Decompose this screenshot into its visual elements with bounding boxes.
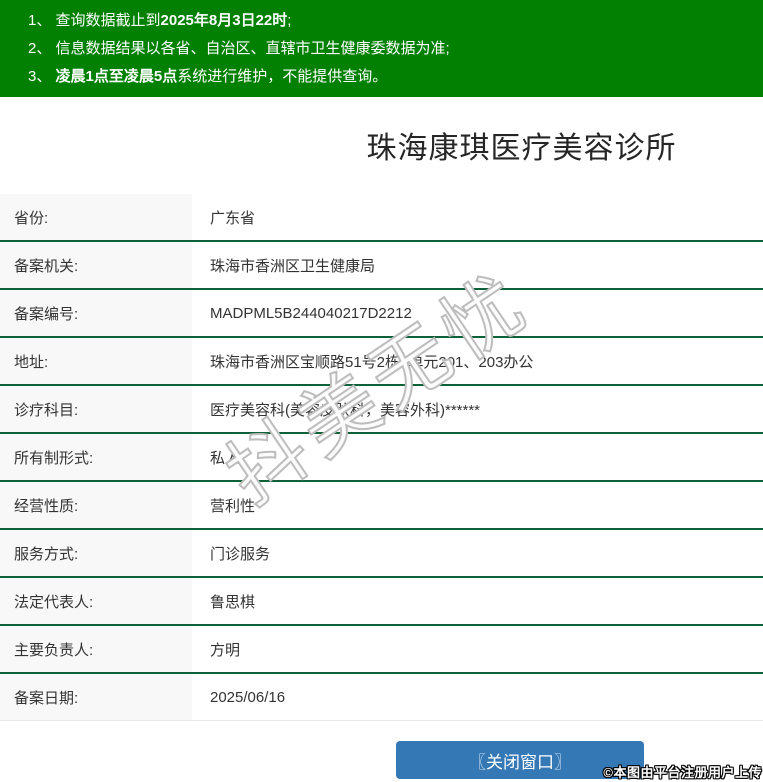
field-value: 私人 <box>210 449 241 467</box>
field-value: 珠海市香洲区卫生健康局 <box>210 257 376 275</box>
record-query-page: 1、 查询数据截止到2025年8月3日22时; 2、 信息数据结果以各省、自治区、… <box>0 0 763 782</box>
field-value: 珠海市香洲区宝顺路51号2栋1单元201、203办公 <box>210 353 534 371</box>
record-row: 备案日期: 2025/06/16 <box>0 674 763 721</box>
record-row: 省份: 广东省 <box>0 194 763 242</box>
field-value: 鲁思棋 <box>210 593 256 611</box>
notice-text: ; <box>287 12 292 29</box>
record-table: 省份: 广东省 备案机关: 珠海市香洲区卫生健康局 备案编号: MADPML5B24404… <box>0 194 763 721</box>
record-row: 所有制形式: 私人 <box>0 434 763 482</box>
field-label: 诊疗科目: <box>0 386 192 432</box>
field-value: 2025/06/16 <box>210 688 286 706</box>
notice-banner: 1、 查询数据截止到2025年8月3日22时; 2、 信息数据结果以各省、自治区、… <box>0 0 763 97</box>
field-label: 备案编号: <box>0 290 192 336</box>
field-label: 法定代表人: <box>0 578 192 624</box>
record-row: 诊疗科目: 医疗美容科(美容皮肤科，美容外科)****** <box>0 386 763 434</box>
record-row: 备案机关: 珠海市香洲区卫生健康局 <box>0 242 763 290</box>
notice-text: 1、 查询数据截止到 <box>28 12 161 29</box>
field-value: MADPML5B244040217D2212 <box>210 304 412 322</box>
record-row: 法定代表人: 鲁思棋 <box>0 578 763 626</box>
field-label: 主要负责人: <box>0 626 192 672</box>
field-label: 备案日期: <box>0 674 192 720</box>
field-label: 服务方式: <box>0 530 192 576</box>
field-value: 方明 <box>210 641 241 659</box>
field-value: 门诊服务 <box>210 545 271 563</box>
field-label: 省份: <box>0 194 192 240</box>
field-value: 医疗美容科(美容皮肤科，美容外科)****** <box>210 401 481 419</box>
field-label: 备案机关: <box>0 242 192 288</box>
field-label: 经营性质: <box>0 482 192 528</box>
notice-line: 3、 凌晨1点至凌晨5点系统进行维护，不能提供查询。 <box>28 63 753 91</box>
notice-line: 2、 信息数据结果以各省、自治区、直辖市卫生健康委数据为准; <box>28 35 753 63</box>
notice-text-bold: 2025年8月3日22时 <box>160 12 288 29</box>
field-value: 广东省 <box>210 209 256 227</box>
record-row: 地址: 珠海市香洲区宝顺路51号2栋1单元201、203办公 <box>0 338 763 386</box>
page-title: 珠海康琪医疗美容诊所 <box>366 132 677 165</box>
record-row: 备案编号: MADPML5B244040217D2212 <box>0 290 763 338</box>
field-label: 所有制形式: <box>0 434 192 480</box>
corner-watermark: ©本图由平台注册用户上传 <box>603 765 762 780</box>
notice-line: 1、 查询数据截止到2025年8月3日22时; <box>28 7 753 35</box>
record-row: 经营性质: 营利性 <box>0 482 763 530</box>
notice-text: 2、 信息数据结果以各省、自治区、直辖市卫生健康委数据为准; <box>28 40 450 57</box>
field-label: 地址: <box>0 338 192 384</box>
record-row: 主要负责人: 方明 <box>0 626 763 674</box>
field-value: 营利性 <box>210 497 256 515</box>
record-row: 服务方式: 门诊服务 <box>0 530 763 578</box>
notice-text-bold: 凌晨1点至凌晨5点 <box>55 68 178 85</box>
notice-text: 3、 <box>28 68 56 85</box>
notice-text: 系统进行维护，不能提供查询。 <box>177 68 388 85</box>
